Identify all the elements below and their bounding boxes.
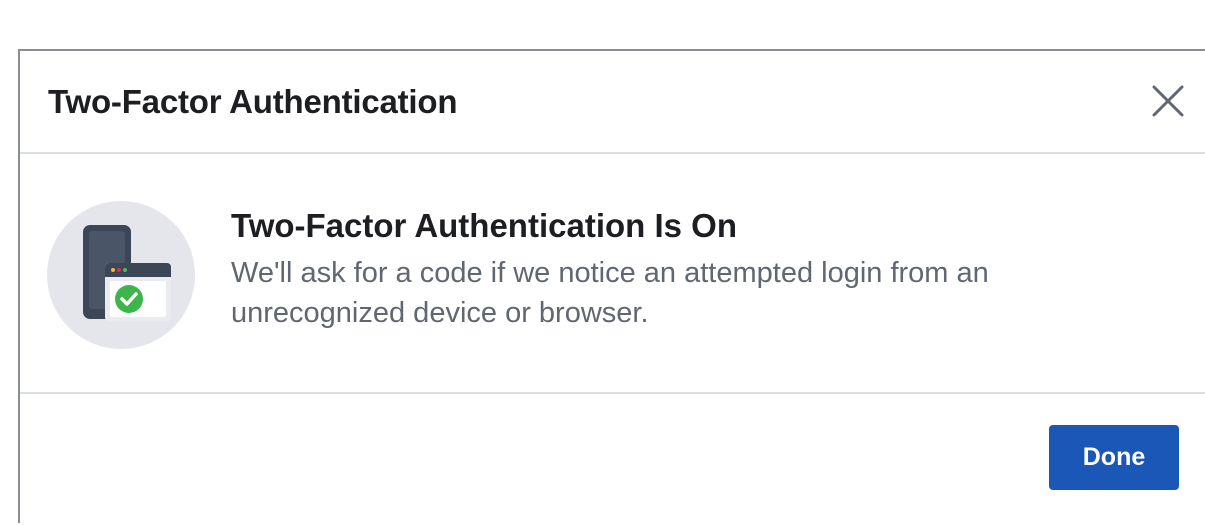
status-title: Two-Factor Authentication Is On — [231, 207, 737, 244]
done-button[interactable]: Done — [1049, 425, 1179, 490]
dialog-footer: Done — [20, 394, 1205, 525]
dialog-header: Two-Factor Authentication — [20, 51, 1205, 154]
dialog-body: Two-Factor Authentication Is On We'll as… — [20, 154, 1205, 394]
two-factor-dialog: Two-Factor Authentication Two-Factor Aut… — [18, 49, 1205, 523]
status-description: We'll ask for a code if we notice an att… — [231, 257, 989, 329]
phone-browser-check-icon — [47, 201, 195, 349]
close-button[interactable] — [1146, 79, 1190, 123]
dialog-title: Two-Factor Authentication — [48, 83, 458, 120]
close-icon — [1152, 85, 1184, 117]
